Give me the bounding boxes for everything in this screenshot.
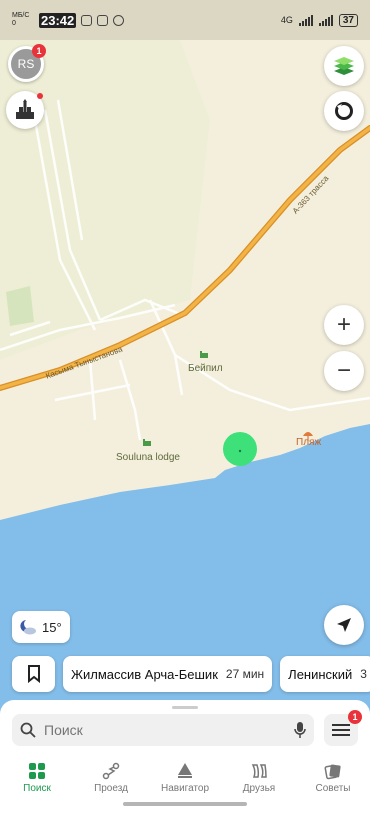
- map-canvas[interactable]: [0, 0, 370, 815]
- bookmarks-button[interactable]: [12, 656, 55, 692]
- notification-app-icon: [97, 14, 109, 26]
- notification-badge: 1: [32, 44, 46, 58]
- map-view[interactable]: Бейпил Souluna lodge Пляж Касыма Тыныста…: [0, 0, 370, 815]
- tab-search[interactable]: Поиск: [0, 756, 74, 794]
- tab-navigator[interactable]: Навигатор: [148, 756, 222, 794]
- microphone-icon[interactable]: [294, 721, 306, 739]
- profile-avatar[interactable]: RS 1: [8, 44, 46, 82]
- temperature: 15°: [42, 619, 62, 635]
- notification-threads-icon: [113, 14, 125, 26]
- landmark-icon: [16, 99, 34, 119]
- home-indicator[interactable]: [123, 802, 247, 806]
- route-chip-label: Ленинский: [288, 666, 353, 682]
- current-location-marker: [223, 432, 257, 466]
- signal-icon: [298, 14, 313, 26]
- navigation-arrow-icon: [337, 618, 351, 632]
- tab-route[interactable]: Проезд: [74, 756, 148, 794]
- tips-cards-icon: [324, 764, 341, 780]
- search-icon: [20, 722, 36, 738]
- navigator-icon: [178, 763, 192, 778]
- tab-label: Друзья: [242, 783, 276, 794]
- route-chip-leninsky[interactable]: Ленинский 3: [280, 656, 370, 692]
- route-chip-archa-beshik[interactable]: Жилмассив Арча-Бешик 27 мин: [63, 656, 273, 692]
- sheet-handle[interactable]: [172, 706, 198, 709]
- layers-icon: [334, 57, 354, 75]
- tab-bar: Поиск Проезд Навигатор Друзья Советы: [0, 756, 370, 794]
- bottom-sheet: 1 Поиск Проезд Навигатор: [0, 700, 370, 815]
- route-icon: [102, 762, 120, 780]
- friends-icon: [251, 764, 267, 778]
- dot-badge: [37, 93, 43, 99]
- map-label-souluna-lodge[interactable]: Souluna lodge: [116, 452, 180, 463]
- notification-app-icon: [81, 14, 93, 26]
- compass-button[interactable]: [324, 91, 364, 131]
- network-type: 4G: [280, 15, 293, 25]
- route-chip-time: 27 мин: [225, 667, 265, 681]
- search-grid-icon: [29, 763, 45, 779]
- menu-badge: 1: [348, 710, 362, 724]
- map-layers-button[interactable]: [324, 46, 364, 86]
- map-label-beach[interactable]: Пляж: [296, 437, 321, 448]
- weather-night-cloud-icon: [20, 620, 36, 635]
- signal-icon: [318, 14, 333, 26]
- zoom-out-button[interactable]: −: [324, 351, 364, 391]
- tab-label: Проезд: [94, 783, 128, 794]
- tab-label: Навигатор: [160, 783, 210, 794]
- hamburger-icon: [332, 724, 350, 736]
- battery-indicator: 37: [338, 13, 358, 27]
- zoom-in-button[interactable]: +: [324, 305, 364, 345]
- bookmark-icon: [27, 665, 40, 683]
- search-bar[interactable]: [12, 714, 314, 746]
- search-input[interactable]: [44, 722, 286, 738]
- tab-tips[interactable]: Советы: [296, 756, 370, 794]
- data-speed-indicator: МБ/С 0: [12, 12, 30, 27]
- clock: 23:42: [39, 12, 77, 28]
- tab-label: Поиск: [23, 783, 51, 794]
- tab-friends[interactable]: Друзья: [222, 756, 296, 794]
- places-button[interactable]: [6, 91, 44, 129]
- route-chip-label: Жилмассив Арча-Бешик: [71, 666, 218, 682]
- my-location-button[interactable]: [324, 605, 364, 645]
- status-bar: МБ/С 0 23:42 4G 37: [0, 0, 370, 40]
- route-chips: Жилмассив Арча-Бешик 27 мин Ленинский 3: [12, 656, 370, 692]
- menu-button[interactable]: 1: [324, 710, 362, 746]
- map-label-beipil[interactable]: Бейпил: [188, 363, 223, 374]
- avatar-initials: RS: [17, 57, 35, 71]
- tab-label: Советы: [315, 783, 351, 794]
- compass-icon: [335, 102, 353, 120]
- weather-widget[interactable]: 15°: [12, 611, 70, 643]
- route-chip-time: 3: [360, 667, 367, 681]
